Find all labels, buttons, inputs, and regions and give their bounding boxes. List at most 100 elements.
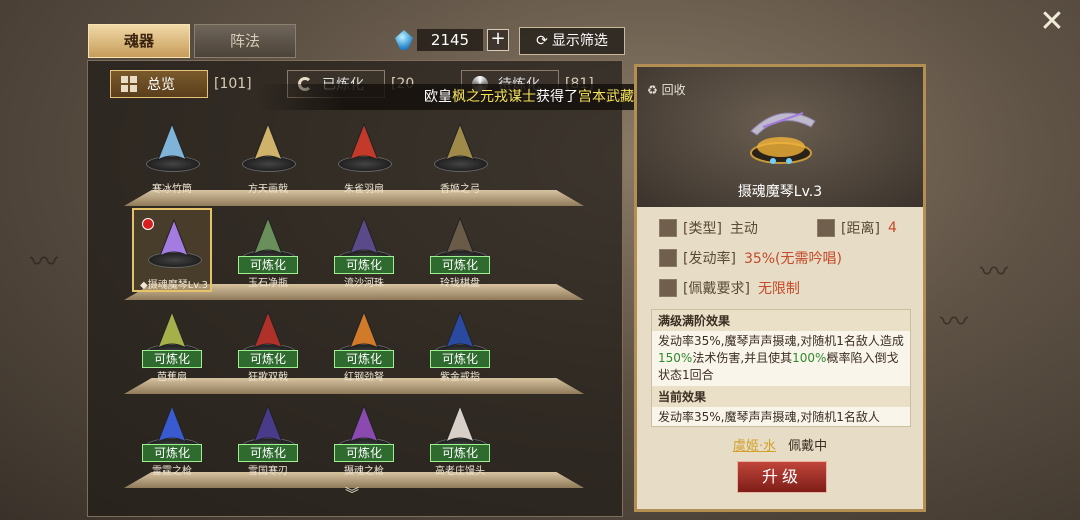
broadcast-prefix: 欧皇 [423, 89, 452, 105]
artifact-icon [445, 310, 475, 350]
artifact-item[interactable]: 朱雀羽扇 [324, 114, 404, 198]
artifact-name: 玉石净瓶 [248, 278, 288, 289]
artifact-item[interactable]: 香姬之弓 [420, 114, 500, 198]
requirement-value: 无限制 [757, 281, 800, 297]
requirement-icon [659, 279, 677, 297]
rate-icon [659, 249, 677, 267]
artifact-item[interactable]: 可炼化 摄魂之枪 [324, 396, 404, 480]
artifact-detail-panel: ♻ 回收 摄魂魔琴Lv.3 [类型] 主动 [距离] 4 [发动率] 35%(无… [634, 64, 926, 512]
upgrade-button[interactable]: 升级 [737, 461, 827, 493]
artifact-name: 高老庄馒头 [435, 466, 485, 477]
recycle-button[interactable]: ♻ 回收 [647, 81, 686, 98]
refinable-tag: 可炼化 [142, 444, 202, 462]
type-row: [类型] 主动 [659, 217, 758, 239]
recycle-label: 回收 [661, 83, 686, 97]
artifact-name: ◆摄魂魔琴Lv.3 [140, 280, 208, 291]
max-text-b: 法术伤害,并且使其 [692, 351, 793, 365]
artifact-icon [157, 310, 187, 350]
close-icon[interactable]: ✕ [1038, 7, 1066, 37]
range-key: [距离] [841, 221, 880, 237]
blue-gem-icon [395, 30, 413, 50]
artifact-icon [253, 216, 283, 256]
rate-key: [发动率] [683, 251, 736, 267]
bird-silhouette: 〰 [980, 255, 1009, 288]
artifact-name: 寒冰竹筒 [152, 184, 192, 195]
artifact-item[interactable]: 可炼化 高老庄馒头 [420, 396, 500, 480]
currency-value: 2145 [417, 29, 483, 51]
artifact-item[interactable]: 可炼化 玲珑棋盘 [420, 208, 500, 292]
artifact-item[interactable]: 可炼化 狂歌双戟 [228, 302, 308, 386]
type-key: [类型] [683, 221, 722, 237]
equipped-info: 虞姬·水 佩戴中 [637, 435, 923, 454]
refresh-icon: ⟳ [536, 33, 548, 49]
artifact-item[interactable]: 可炼化 红钢劲弩 [324, 302, 404, 386]
artifact-icon [349, 310, 379, 350]
artifact-item[interactable]: 可炼化 流沙河珠 [324, 208, 404, 292]
show-filter-button[interactable]: ⟳ 显示筛选 [519, 27, 625, 55]
artifact-item[interactable]: 可炼化 雪国寒刃 [228, 396, 308, 480]
tab-formation[interactable]: 阵法 [194, 24, 296, 58]
currency-display: 2145 + [395, 28, 509, 52]
bird-silhouette: 〰 [30, 245, 59, 278]
max-effect-header: 满级满阶效果 [652, 310, 910, 331]
artifact-icon [445, 216, 475, 256]
artifact-item[interactable]: 可炼化 芭蕉扇 [132, 302, 212, 386]
rate-value: 35%(无需吟唱) [743, 251, 842, 267]
new-badge-icon [142, 218, 154, 230]
artifact-item[interactable]: 可炼化 紫金戒指 [420, 302, 500, 386]
artifact-name: 方天画戟 [248, 184, 288, 195]
rate-row: [发动率] 35%(无需吟唱) [659, 247, 842, 269]
subtab-overview[interactable]: 总览 [101] [110, 70, 252, 98]
show-filter-label: 显示筛选 [551, 33, 608, 49]
recycle-icon: ♻ [647, 83, 658, 97]
requirement-key: [佩戴要求] [683, 281, 750, 297]
refinable-tag: 可炼化 [238, 350, 298, 368]
effect-description: 满级满阶效果 发动率35%,魔琴声声摄魂,对随机1名敌人造成 150%法术伤害,并… [651, 309, 911, 427]
artifact-item[interactable]: 可炼化 玉石净瓶 [228, 208, 308, 292]
artifact-name: 雪国寒刃 [248, 466, 288, 477]
add-currency-button[interactable]: + [487, 29, 509, 51]
current-effect-header: 当前效果 [652, 386, 910, 407]
max-text-a: 发动率35%,魔琴声声摄魂,对随机1名敌人造成 [658, 334, 904, 348]
equipped-status: 佩戴中 [788, 439, 828, 454]
artifact-item[interactable]: ◆摄魂魔琴Lv.3 [132, 208, 212, 292]
artifact-icon [253, 310, 283, 350]
type-icon [659, 219, 677, 237]
artifact-icon [349, 216, 379, 256]
equipped-hero[interactable]: 虞姬·水 [733, 439, 776, 454]
tab-soul-artifact[interactable]: 魂器 [88, 24, 190, 58]
artifact-item[interactable]: 可炼化 雷霆之枪 [132, 396, 212, 480]
refinable-tag: 可炼化 [334, 256, 394, 274]
max-pct-1: 150% [658, 351, 693, 365]
artifact-name: 香姬之弓 [440, 184, 480, 195]
max-pct-2: 100% [792, 351, 827, 365]
artifact-icon [445, 122, 475, 162]
broadcast-middle: 获得了 [535, 89, 578, 105]
broadcast-player: 枫之元戎谋士 [451, 89, 536, 105]
range-value: 4 [887, 220, 897, 236]
refinable-tag: 可炼化 [334, 444, 394, 462]
max-effect-text: 发动率35%,魔琴声声摄魂,对随机1名敌人造成 150%法术伤害,并且使其100%… [652, 331, 910, 386]
artifact-name: 流沙河珠 [344, 278, 384, 289]
artifact-icon [445, 404, 475, 444]
current-effect-text: 发动率35%,魔琴声声摄魂,对随机1名敌人 [658, 410, 880, 424]
artifact-item[interactable]: 方天画戟 [228, 114, 308, 198]
refinable-tag: 可炼化 [142, 350, 202, 368]
range-row: [距离] 4 [817, 217, 897, 239]
subtab-overview-label: 总览 [147, 77, 175, 93]
refinable-tag: 可炼化 [238, 444, 298, 462]
subtab-overview-count: [101] [214, 76, 252, 92]
artifact-name: 玲珑棋盘 [440, 278, 480, 289]
artifact-name: 紫金戒指 [440, 372, 480, 383]
artifact-item[interactable]: 寒冰竹筒 [132, 114, 212, 198]
chevron-down-icon[interactable]: ︾ [345, 484, 359, 504]
refinable-tag: 可炼化 [430, 444, 490, 462]
artifact-name: 雷霆之枪 [152, 466, 192, 477]
artifact-name: 芭蕉扇 [157, 372, 187, 383]
artifact-icon [349, 404, 379, 444]
type-value: 主动 [729, 221, 758, 237]
refinable-tag: 可炼化 [238, 256, 298, 274]
artifact-name: 摄魂之枪 [344, 466, 384, 477]
artifact-name: 朱雀羽扇 [344, 184, 384, 195]
artifact-icon [157, 122, 187, 162]
